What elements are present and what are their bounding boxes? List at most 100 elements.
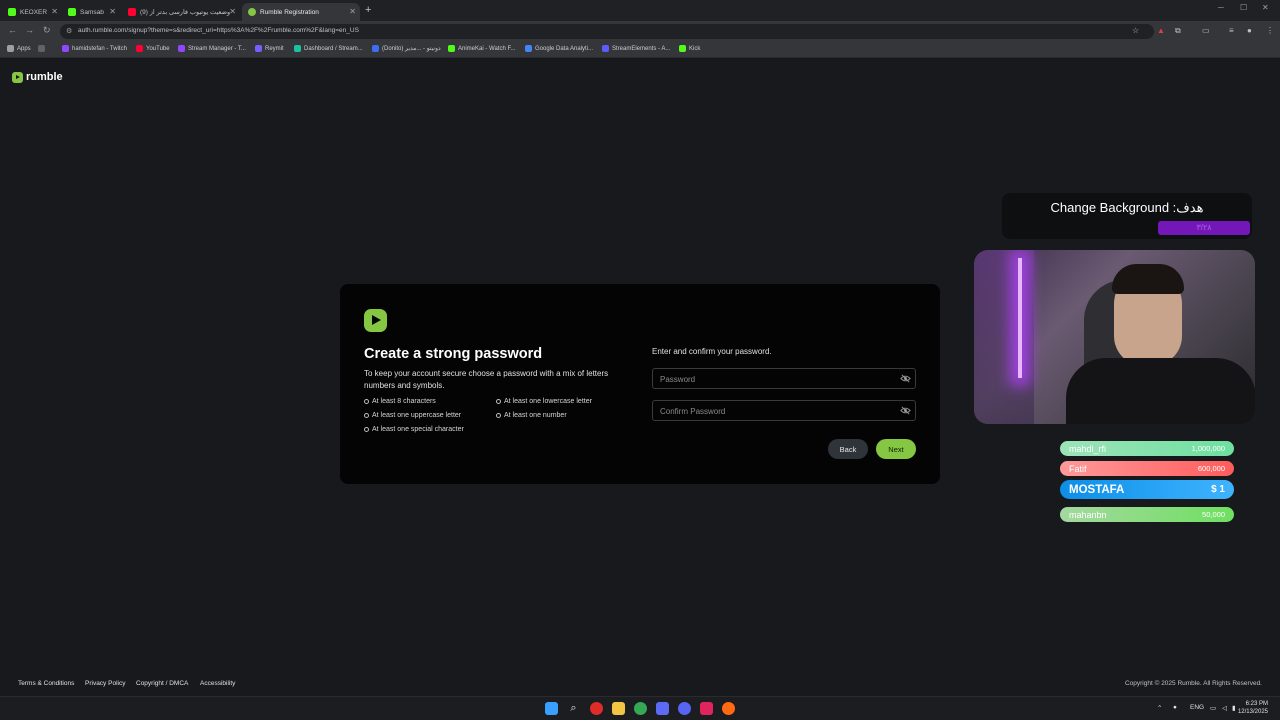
bookmark-item[interactable]: StreamElements - A... [602, 45, 670, 52]
leaderboard-row: Fatif 600,000 [1060, 461, 1234, 476]
app-icon[interactable] [656, 702, 669, 715]
eye-off-icon[interactable] [900, 405, 911, 416]
bookmark-item[interactable]: Kick [679, 45, 700, 52]
clock[interactable]: 6:23 PM 12/13/2025 [1238, 700, 1268, 716]
goal-progress-bar: ۳/۲۸ [1158, 221, 1250, 235]
file-explorer-icon[interactable] [612, 702, 625, 715]
app-icon[interactable] [722, 702, 735, 715]
webcam-overlay [974, 250, 1255, 424]
rumble-play-icon [364, 309, 387, 332]
bookmarks-bar: Apps hamidstefan - Twitch YouTube Stream… [0, 42, 1280, 58]
dmca-link[interactable]: Copyright / DMCA [136, 680, 188, 687]
microphone-icon[interactable]: ● [1173, 704, 1177, 711]
circle-icon [496, 413, 501, 418]
network-icon[interactable]: ▭ [1210, 704, 1216, 712]
rumble-favicon-icon [248, 8, 256, 16]
forward-arrow-icon[interactable]: → [25, 25, 34, 35]
password-input[interactable] [660, 373, 890, 385]
new-tab-icon[interactable]: + [365, 4, 371, 16]
maximize-icon[interactable]: ☐ [1240, 3, 1247, 12]
bookmark-item[interactable]: Stream Manager - T... [178, 45, 246, 52]
minimize-icon[interactable]: ─ [1218, 3, 1224, 12]
bookmark-item[interactable]: hamidstefan - Twitch [62, 45, 127, 52]
instruction-text: Enter and confirm your password. [652, 347, 772, 356]
address-bar[interactable]: ⚙ auth.rumble.com/signup?theme=s&redirec… [60, 24, 1154, 39]
webcam-person-hair [1112, 264, 1184, 294]
bookmark-item[interactable]: Reymit [255, 45, 284, 52]
site-info-icon[interactable]: ⚙ [66, 27, 72, 35]
extensions-icon[interactable]: ⧉ [1175, 26, 1181, 36]
url-text[interactable]: auth.rumble.com/signup?theme=s&redirect_… [78, 27, 359, 34]
bookmark-star-icon[interactable]: ☆ [1132, 26, 1139, 35]
search-icon[interactable]: ⌕ [567, 702, 580, 715]
confirm-password-input[interactable] [660, 405, 890, 417]
leaderboard-row: mahdi_rfi 1,000,000 [1060, 441, 1234, 456]
leaderboard-row: mahanbn 50,000 [1060, 507, 1234, 522]
app-icon[interactable] [700, 702, 713, 715]
eye-off-icon[interactable] [900, 373, 911, 384]
rumble-play-icon [12, 71, 23, 83]
back-button[interactable]: Back [828, 439, 868, 459]
language-indicator[interactable]: ENG [1190, 704, 1204, 711]
kick-favicon-icon [68, 8, 76, 16]
windows-start-icon[interactable] [545, 702, 558, 715]
tab-search-icon[interactable]: ≡ [1229, 26, 1234, 35]
back-arrow-icon[interactable]: ← [8, 25, 17, 35]
requirement-item: At least 8 characters [364, 398, 436, 405]
bookmark-item[interactable]: (Donito) دونیتو - ...مدیر [372, 45, 441, 52]
acrobat-extension-icon[interactable]: ▲ [1157, 26, 1165, 35]
youtube-favicon-icon [128, 8, 136, 16]
close-tab-icon[interactable]: ✕ [349, 7, 356, 16]
profile-icon[interactable]: ● [1247, 26, 1252, 35]
google-icon [525, 45, 532, 52]
browser-tab[interactable]: Samsab ✕ [62, 3, 120, 21]
twitch-icon [178, 45, 185, 52]
requirement-item: At least one special character [364, 426, 464, 433]
leaderboard-row-top: MOSTAFA $ 1 [1060, 480, 1234, 499]
dashboard-icon [294, 45, 301, 52]
app-icon[interactable] [590, 702, 603, 715]
volume-icon[interactable]: ◁ [1222, 704, 1227, 712]
rumble-logo[interactable]: rumble [12, 71, 63, 83]
close-tab-icon[interactable]: ✕ [229, 7, 236, 16]
page-title: Create a strong password [364, 346, 543, 362]
donito-icon [372, 45, 379, 52]
bookmark-item[interactable]: Google Data Analyti... [525, 45, 593, 52]
window-close-icon[interactable]: ✕ [1262, 3, 1269, 12]
youtube-icon [136, 45, 143, 52]
circle-icon [364, 427, 369, 432]
bookmark-item[interactable]: YouTube [136, 45, 170, 52]
reymit-icon [255, 45, 262, 52]
next-button[interactable]: Next [876, 439, 916, 459]
copyright-text: Copyright © 2025 Rumble. All Rights Rese… [1124, 680, 1262, 687]
discord-icon[interactable] [678, 702, 691, 715]
chrome-icon[interactable] [634, 702, 647, 715]
privacy-link[interactable]: Privacy Policy [85, 680, 125, 687]
twitch-icon [62, 45, 69, 52]
bookmark-item[interactable]: Dashboard / Stream... [294, 45, 363, 52]
browser-tab-active[interactable]: Rumble Registration ✕ [242, 3, 360, 21]
browser-tab[interactable]: وضعیت یوتیوب فارسی بدتر از (9) ✕ [122, 3, 240, 21]
bookmark-apps-grid[interactable] [38, 45, 48, 52]
sidebar-icon[interactable]: ▭ [1202, 26, 1210, 35]
close-tab-icon[interactable]: ✕ [109, 7, 116, 16]
accessibility-link[interactable]: Accessibility [200, 680, 235, 687]
chevron-up-icon[interactable]: ⌃ [1157, 704, 1162, 712]
circle-icon [364, 399, 369, 404]
terms-link[interactable]: Terms & Conditions [18, 680, 74, 687]
bookmark-item[interactable]: AnimeKai - Watch F... [448, 45, 515, 52]
windows-taskbar: ⌕ ⌃ ● ENG ▭ ◁ ▮ 6:23 PM 12/13/2025 [0, 696, 1280, 720]
password-field[interactable] [652, 368, 916, 389]
battery-icon[interactable]: ▮ [1232, 704, 1236, 712]
bookmark-apps[interactable]: Apps [7, 45, 31, 52]
neon-light [1018, 258, 1022, 378]
close-tab-icon[interactable]: ✕ [51, 7, 58, 16]
confirm-password-field[interactable] [652, 400, 916, 421]
kick-favicon-icon [8, 8, 16, 16]
description: To keep your account secure choose a pas… [364, 369, 609, 390]
webcam-person-body [1066, 358, 1255, 424]
menu-icon[interactable]: ⋮ [1266, 26, 1274, 35]
reload-icon[interactable]: ↻ [43, 25, 51, 36]
requirement-item: At least one lowercase letter [496, 398, 592, 405]
browser-tab[interactable]: KEOXER ✕ [2, 3, 62, 21]
